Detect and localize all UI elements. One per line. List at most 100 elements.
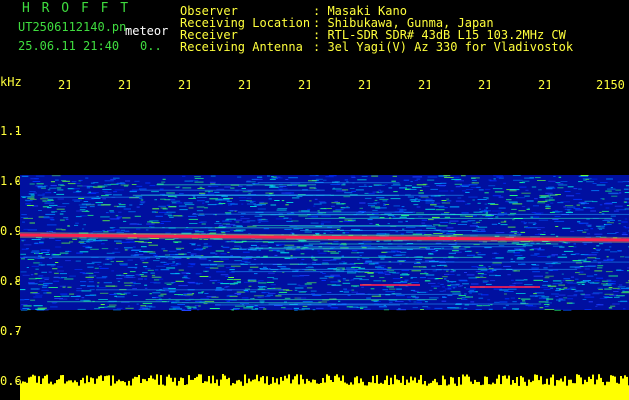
noise-speckle (131, 249, 140, 251)
noise-speckle (414, 262, 421, 264)
noise-speckle (242, 251, 250, 253)
level-bar (378, 383, 380, 400)
level-bar (208, 376, 210, 400)
noise-speckle (594, 248, 601, 250)
noise-speckle (127, 305, 130, 307)
noise-speckle (133, 283, 141, 285)
noise-speckle (90, 248, 99, 250)
noise-speckle (94, 308, 100, 310)
noise-speckle (41, 289, 49, 291)
noise-speckle (86, 263, 95, 265)
level-bar (210, 383, 212, 400)
noise-speckle (308, 180, 317, 182)
noise-speckle (512, 203, 523, 205)
noise-streak (95, 289, 285, 291)
noise-speckle (187, 266, 194, 268)
noise-speckle (345, 232, 350, 234)
noise-speckle (30, 288, 39, 290)
noise-speckle (610, 215, 616, 217)
noise-speckle (74, 224, 79, 226)
noise-speckle (351, 266, 361, 268)
noise-speckle (33, 305, 43, 307)
level-bar (388, 385, 390, 400)
level-bar (134, 376, 136, 400)
level-bar (374, 383, 376, 400)
noise-speckle (297, 275, 304, 277)
noise-speckle (384, 184, 388, 186)
noise-speckle (65, 260, 71, 262)
level-bar (394, 374, 396, 400)
noise-streak (277, 293, 462, 295)
level-bar (514, 383, 516, 400)
noise-speckle (342, 183, 346, 185)
level-bar (336, 374, 338, 400)
noise-speckle (507, 226, 516, 228)
noise-speckle (466, 274, 475, 276)
noise-speckle (235, 229, 246, 231)
noise-speckle (285, 290, 293, 291)
noise-speckle (514, 308, 519, 310)
noise-speckle (258, 222, 261, 223)
level-bar (146, 381, 148, 400)
noise-speckle (548, 270, 553, 271)
noise-speckle (624, 198, 629, 200)
level-bar (246, 383, 248, 400)
noise-speckle (461, 297, 466, 299)
noise-speckle (110, 227, 114, 229)
noise-speckle (514, 248, 524, 250)
noise-speckle (503, 307, 506, 309)
noise-speckle (610, 305, 616, 307)
noise-speckle (359, 279, 369, 281)
noise-speckle (188, 198, 196, 199)
noise-speckle (100, 304, 105, 305)
noise-speckle (353, 278, 363, 280)
noise-speckle (210, 252, 216, 254)
noise-speckle (539, 195, 549, 197)
noise-speckle (112, 251, 121, 253)
noise-speckle (30, 194, 35, 196)
noise-speckle (623, 226, 626, 228)
noise-speckle (615, 189, 621, 191)
noise-speckle (521, 206, 526, 208)
noise-speckle (134, 180, 140, 182)
noise-speckle (511, 208, 517, 210)
level-bar (490, 384, 492, 400)
noise-speckle (82, 228, 85, 230)
noise-speckle (269, 186, 279, 188)
noise-speckle (128, 211, 136, 213)
level-bar (460, 384, 462, 400)
noise-speckle (143, 251, 153, 253)
noise-speckle (468, 196, 478, 198)
noise-speckle (189, 243, 196, 244)
noise-speckle (551, 293, 559, 295)
noise-speckle (471, 177, 480, 179)
noise-speckle (538, 189, 542, 191)
level-bar (592, 374, 594, 400)
noise-speckle (478, 264, 484, 266)
noise-speckle (383, 309, 389, 311)
noise-speckle (203, 243, 208, 245)
noise-speckle (344, 179, 348, 181)
noise-speckle (365, 260, 372, 262)
noise-speckle (499, 289, 509, 291)
noise-speckle (621, 292, 629, 294)
level-bar (78, 385, 80, 400)
noise-speckle (443, 175, 451, 177)
noise-speckle (37, 307, 47, 309)
noise-speckle (342, 207, 350, 209)
noise-speckle (545, 272, 549, 274)
noise-speckle (607, 283, 616, 285)
noise-speckle (602, 284, 612, 286)
noise-speckle (323, 179, 327, 181)
noise-speckle (109, 304, 117, 306)
noise-speckle (113, 309, 121, 311)
level-bar (282, 380, 284, 400)
level-bar (114, 383, 116, 400)
noise-speckle (102, 198, 107, 200)
noise-speckle (510, 258, 514, 260)
noise-speckle (257, 296, 264, 298)
noise-speckle (274, 254, 278, 256)
noise-speckle (52, 302, 57, 304)
noise-speckle (545, 205, 551, 207)
level-bar (126, 385, 128, 400)
